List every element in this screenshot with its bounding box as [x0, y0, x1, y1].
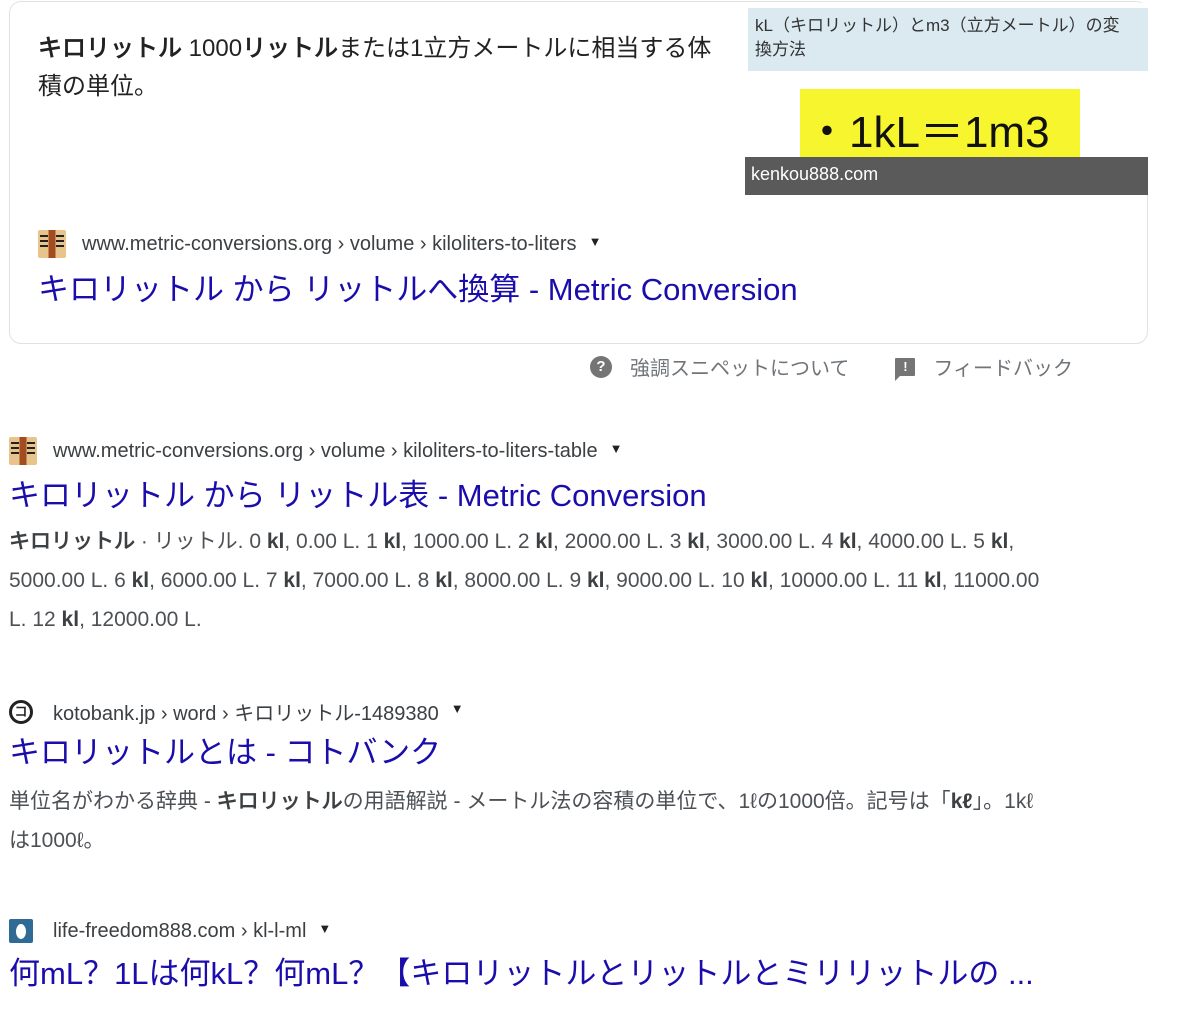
dropdown-caret-icon[interactable]: ▼: [451, 701, 464, 716]
metric-conversions-favicon-icon: [38, 230, 66, 258]
result-cite[interactable]: life-freedom888.com › kl-l-ml ▼: [9, 917, 331, 945]
featured-result-cite[interactable]: www.metric-conversions.org › volume › ki…: [38, 230, 601, 258]
feedback-label: フィードバック: [933, 358, 1074, 380]
breadcrumb: www.metric-conversions.org › volume › ki…: [82, 232, 577, 255]
image-header: kL（キロリットル）とm3（立方メートル）の変換方法: [748, 8, 1148, 71]
featured-snippet-footer: ? 強調スニペットについて ! フィードバック: [590, 352, 1073, 381]
result-title-link[interactable]: キロリットルとは - コトバンク: [9, 733, 441, 773]
metric-conversions-favicon-icon: [9, 437, 37, 465]
image-header-text: kL（キロリットル）とm3（立方メートル）の変換方法: [755, 16, 1120, 59]
help-circle-icon: ?: [590, 355, 612, 378]
featured-snippet-text: キロリットル 1000リットルまたは1立方メートルに相当する体積の単位。: [38, 30, 728, 106]
result-snippet: 単位名がわかる辞典 - キロリットルの用語解説 - メートル法の容積の単位で、1…: [9, 790, 1034, 852]
image-source-caption: kenkou888.com: [745, 157, 1148, 195]
breadcrumb: www.metric-conversions.org › volume › ki…: [53, 439, 598, 462]
kotobank-favicon-icon: コ: [9, 698, 37, 726]
breadcrumb: life-freedom888.com › kl-l-ml: [53, 919, 307, 942]
feedback-link[interactable]: ! フィードバック: [895, 352, 1073, 381]
result-cite[interactable]: コ kotobank.jp › word › キロリットル-1489380 ▼: [9, 697, 464, 726]
result-cite[interactable]: www.metric-conversions.org › volume › ki…: [9, 437, 622, 465]
snippet-text: 1000: [182, 35, 243, 62]
result-title-link[interactable]: キロリットル から リットル表 - Metric Conversion: [9, 476, 707, 516]
featured-snippet-image[interactable]: kL（キロリットル）とm3（立方メートル）の変換方法 ・1kL＝1m3 kenk…: [745, 3, 1148, 195]
result-snippet: キロリットル · リットル. 0 kl, 0.00 L. 1 kl, 1000.…: [9, 530, 1040, 631]
snippet-bold-term: リットル: [242, 35, 339, 62]
image-source-text: kenkou888.com: [751, 164, 879, 184]
kotobank-glyph: コ: [14, 704, 28, 719]
about-featured-snippets-link[interactable]: ? 強調スニペットについて: [590, 352, 849, 381]
feedback-icon: !: [895, 357, 916, 381]
life-freedom-favicon-icon: [9, 917, 37, 945]
snippet-bold-term: キロリットル: [38, 35, 182, 62]
image-formula: ・1kL＝1m3: [805, 108, 1050, 157]
featured-result-title-link[interactable]: キロリットル から リットルへ換算 - Metric Conversion: [38, 270, 798, 310]
about-label: 強調スニペットについて: [630, 358, 850, 380]
dropdown-caret-icon[interactable]: ▼: [318, 921, 331, 936]
result-title-link[interactable]: 何mL？1Lは何kL？何mL？【キロリットルとリットルとミリリットルの ...: [9, 953, 1054, 995]
breadcrumb: kotobank.jp › word › キロリットル-1489380: [53, 703, 439, 725]
dropdown-caret-icon[interactable]: ▼: [589, 234, 602, 249]
dropdown-caret-icon[interactable]: ▼: [610, 441, 623, 456]
